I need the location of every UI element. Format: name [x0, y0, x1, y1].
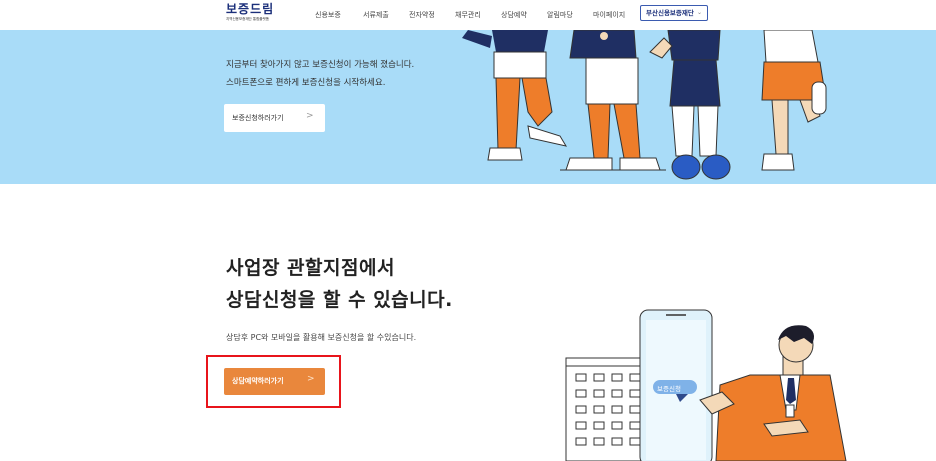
phone-bubble-label: 보증신청: [657, 385, 681, 393]
consultant-person: [699, 325, 847, 461]
consultant-illustration: [565, 309, 847, 461]
building-graphic: [565, 357, 647, 461]
